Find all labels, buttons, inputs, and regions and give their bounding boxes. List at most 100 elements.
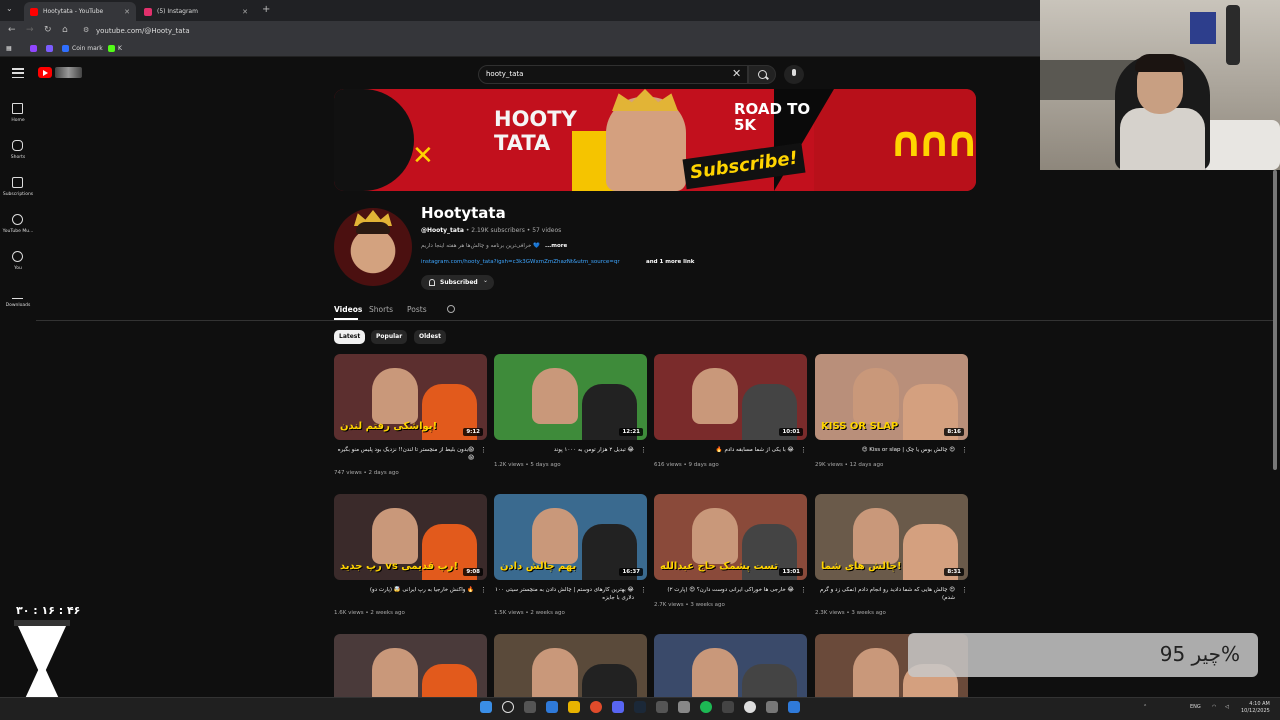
video-duration: 13:01 — [779, 568, 803, 576]
more-options-icon[interactable]: ⋮ — [480, 586, 487, 594]
tray-chevron-icon[interactable]: ⌃ — [1143, 704, 1147, 710]
more-options-icon[interactable]: ⋮ — [800, 446, 807, 454]
reload-icon[interactable]: ↻ — [44, 25, 52, 35]
obs-icon[interactable] — [744, 701, 756, 713]
apps-icon[interactable]: ▦ — [6, 45, 12, 52]
youtube-premium-logo[interactable] — [55, 67, 82, 78]
thumbnail-person — [532, 368, 578, 424]
tab-posts[interactable]: Posts — [407, 305, 427, 314]
youtube-logo-icon[interactable] — [38, 67, 52, 78]
vscode-icon[interactable] — [546, 701, 558, 713]
close-tab-icon[interactable]: ✕ — [124, 8, 130, 16]
tab-shorts[interactable]: Shorts — [369, 305, 393, 314]
hamburger-menu-icon[interactable] — [12, 68, 24, 78]
scrollbar-thumb[interactable] — [1273, 170, 1277, 470]
sidebar-item-youtube-music[interactable]: YouTube Mu... — [0, 208, 36, 242]
thumbnail-person — [692, 368, 738, 424]
more-options-icon[interactable]: ⋮ — [640, 586, 647, 594]
video-title[interactable]: 😂 تبدیل ۲ هزار تومن به ۱۰۰۰ پوند — [494, 446, 634, 454]
chip-popular[interactable]: Popular — [371, 330, 408, 344]
settings-icon[interactable] — [678, 701, 690, 713]
close-tab-icon[interactable]: ✕ — [242, 8, 248, 16]
channel-external-link[interactable]: instagram.com/hooty_tata?igsh=c3k3GWxmZm… — [421, 259, 620, 265]
language-indicator[interactable]: ENG — [1190, 704, 1201, 710]
more-options-icon[interactable]: ⋮ — [640, 446, 647, 454]
sidebar-item-downloads[interactable]: Downloads — [0, 282, 36, 316]
description-more-link[interactable]: ...more — [545, 243, 567, 249]
chip-latest[interactable]: Latest — [334, 330, 366, 344]
video-title[interactable]: 😂 بهترین کارهای دوستم | چالش دادن به منچ… — [494, 586, 634, 602]
back-icon[interactable]: ← — [8, 25, 16, 35]
more-links-button[interactable]: and 1 more link — [646, 259, 694, 265]
voice-search-button[interactable] — [784, 65, 804, 84]
bookmark-kick[interactable]: K — [108, 45, 122, 52]
bookmark-coin-mark[interactable]: Coin mark — [62, 45, 103, 52]
video-meta: 2.7K views • 3 weeks ago — [654, 602, 725, 608]
tab-videos[interactable]: Videos — [334, 305, 362, 314]
video-thumbnail[interactable]: تست پشمک حاج عبدالله 13:01 — [654, 494, 807, 580]
video-title[interactable]: 😍 چالش بوس یا چک | Kiss or slap 😍 — [815, 446, 955, 454]
video-title[interactable]: 😂 خارجی ها خوراکی ایرانی دوست دارن؟ 😍 (پ… — [654, 586, 794, 594]
sidebar-item-label: You — [14, 266, 22, 271]
bookmark-twitch[interactable] — [30, 45, 40, 52]
channel-description[interactable]: خرافی‌ترین برنامه و چالش‌ها هر هفته اینج… — [421, 243, 540, 249]
video-title[interactable]: 😂 با یکی از شما مسابقه دادم 🔥 — [654, 446, 794, 454]
video-title[interactable]: 😱بدون بلیط از منچستر تا لندن!! نزدیک بود… — [334, 446, 474, 462]
discord-icon[interactable] — [612, 701, 624, 713]
video-thumbnail[interactable]: پواشکی رفتم لندن! 9:12 — [334, 354, 487, 440]
sidebar-item-subscriptions[interactable]: Subscriptions — [0, 171, 36, 205]
more-options-icon[interactable]: ⋮ — [961, 586, 968, 594]
search-query[interactable]: hooty_tata — [486, 70, 523, 78]
sidebar-item-shorts[interactable]: Shorts — [0, 134, 36, 168]
video-title[interactable]: 😍 چالش هایی که شما دادید رو انجام دادم (… — [815, 586, 955, 602]
spotify-icon[interactable] — [700, 701, 712, 713]
windows-start-icon[interactable] — [480, 701, 492, 713]
sidebar-item-you[interactable]: You — [0, 245, 36, 279]
app-icon[interactable] — [788, 701, 800, 713]
browser-tab-youtube[interactable]: Hootytata - YouTube ✕ — [24, 2, 136, 21]
channel-search-icon[interactable] — [447, 305, 455, 313]
video-thumbnail[interactable]: بهم چالش دادن 16:37 — [494, 494, 647, 580]
site-info-icon[interactable]: ⚙ — [83, 26, 89, 34]
chrome-icon[interactable] — [590, 701, 602, 713]
new-tab-icon[interactable]: + — [262, 4, 270, 15]
thumbnail-text: KISS OR SLAP — [821, 421, 899, 432]
search-taskbar-icon[interactable] — [502, 701, 514, 713]
app-icon[interactable] — [722, 701, 734, 713]
tab-search-icon[interactable]: ⌄ — [6, 4, 13, 13]
bookmark-icon — [46, 45, 53, 52]
video-thumbnail[interactable]: چالش های شما! 8:31 — [815, 494, 968, 580]
video-thumbnail[interactable]: 12:21 — [494, 354, 647, 440]
home-browser-icon[interactable]: ⌂ — [62, 25, 68, 35]
task-view-icon[interactable] — [524, 701, 536, 713]
channel-avatar[interactable] — [334, 208, 412, 286]
sidebar-item-home[interactable]: Home — [0, 97, 36, 131]
bookmark-purple[interactable] — [46, 45, 56, 52]
more-options-icon[interactable]: ⋮ — [800, 586, 807, 594]
hourglass-cap — [14, 620, 70, 626]
video-thumbnail[interactable]: 10:01 — [654, 354, 807, 440]
clear-search-icon[interactable]: ✕ — [732, 67, 741, 80]
video-meta: 1.2K views • 5 days ago — [494, 462, 561, 468]
more-options-icon[interactable]: ⋮ — [480, 446, 487, 454]
channel-banner: ✕ HOOTY TATA ROAD TO 5K Subscribe! ∩∩∩∩ — [334, 89, 976, 191]
app-icon[interactable] — [656, 701, 668, 713]
subscribed-button[interactable]: Subscribed ⌄ — [421, 275, 494, 290]
file-explorer-icon[interactable] — [568, 701, 580, 713]
video-count: 57 videos — [532, 227, 562, 234]
more-options-icon[interactable]: ⋮ — [961, 446, 968, 454]
chip-oldest[interactable]: Oldest — [414, 330, 446, 344]
forward-icon[interactable]: → — [26, 25, 34, 35]
chevron-down-icon: ⌄ — [483, 277, 489, 284]
browser-tab-instagram[interactable]: (5) Instagram ✕ — [138, 2, 254, 21]
video-thumbnail[interactable]: رپ جدید vs رپ قدیمی! 9:08 — [334, 494, 487, 580]
video-title[interactable]: 🔥 واکنش خارجیا به رپ ایرانی 🤯 (پارت دو) — [334, 586, 474, 594]
video-thumbnail[interactable]: KISS OR SLAP 8:16 — [815, 354, 968, 440]
volume-icon[interactable]: ◁ — [1225, 704, 1229, 710]
clock[interactable]: 4:10 AM 10/12/2025 — [1241, 701, 1270, 715]
url-field[interactable]: youtube.com/@Hooty_tata — [96, 27, 190, 35]
app-icon[interactable] — [766, 701, 778, 713]
steam-icon[interactable] — [634, 701, 646, 713]
wifi-icon[interactable]: ◠ — [1212, 704, 1216, 710]
search-button[interactable] — [748, 65, 776, 84]
